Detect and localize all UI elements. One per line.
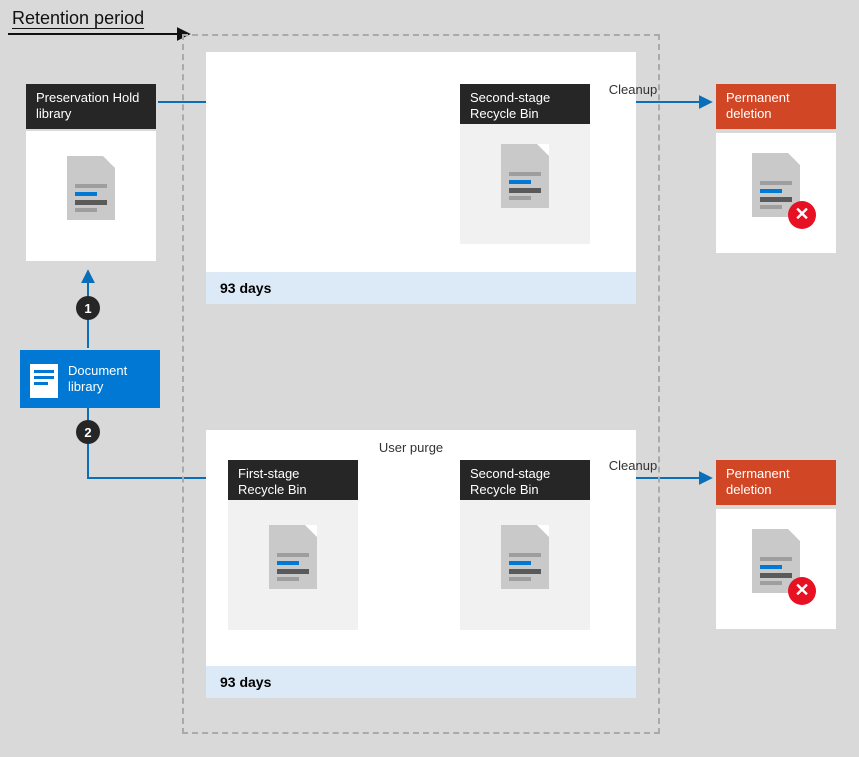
path1-second-stage-label: Second-stage Recycle Bin (460, 84, 590, 129)
path2-panel: First-stage Recycle Bin Second-stage Rec… (206, 430, 636, 698)
path1-permanent-deletion: Permanent deletion ✕ (716, 84, 836, 253)
document-icon (30, 364, 58, 398)
document-icon (493, 144, 557, 224)
document-library-block: Document library (20, 350, 160, 408)
document-icon (261, 525, 325, 605)
preservation-hold-label: Preservation Hold library (26, 84, 156, 129)
document-icon (493, 525, 557, 605)
preservation-hold-block: Preservation Hold library (26, 84, 156, 261)
path1-cleanup-label: Cleanup (598, 82, 668, 97)
document-library-label: Document library (68, 363, 152, 396)
step-badge-1: 1 (76, 296, 100, 320)
path2-user-purge-label: User purge (376, 440, 446, 455)
document-deleted-icon: ✕ (744, 529, 808, 609)
step-badge-2: 2 (76, 420, 100, 444)
document-icon (59, 156, 123, 236)
path2-cleanup-label: Cleanup (598, 458, 668, 473)
path1-panel: Second-stage Recycle Bin 93 days (206, 52, 636, 304)
path2-permanent-deletion: Permanent deletion ✕ (716, 460, 836, 629)
path2-second-stage-card (460, 500, 590, 630)
path1-days-bar: 93 days (206, 272, 636, 304)
path2-first-stage-card (228, 500, 358, 630)
path2-first-stage-label: First-stage Recycle Bin (228, 460, 358, 505)
path2-second-stage-label: Second-stage Recycle Bin (460, 460, 590, 505)
document-deleted-icon: ✕ (744, 153, 808, 233)
path1-second-stage-card (460, 124, 590, 244)
path1-permanent-deletion-label: Permanent deletion (716, 84, 836, 129)
path2-days-bar: 93 days (206, 666, 636, 698)
path2-permanent-deletion-label: Permanent deletion (716, 460, 836, 505)
retention-period-title: Retention period (12, 8, 144, 29)
